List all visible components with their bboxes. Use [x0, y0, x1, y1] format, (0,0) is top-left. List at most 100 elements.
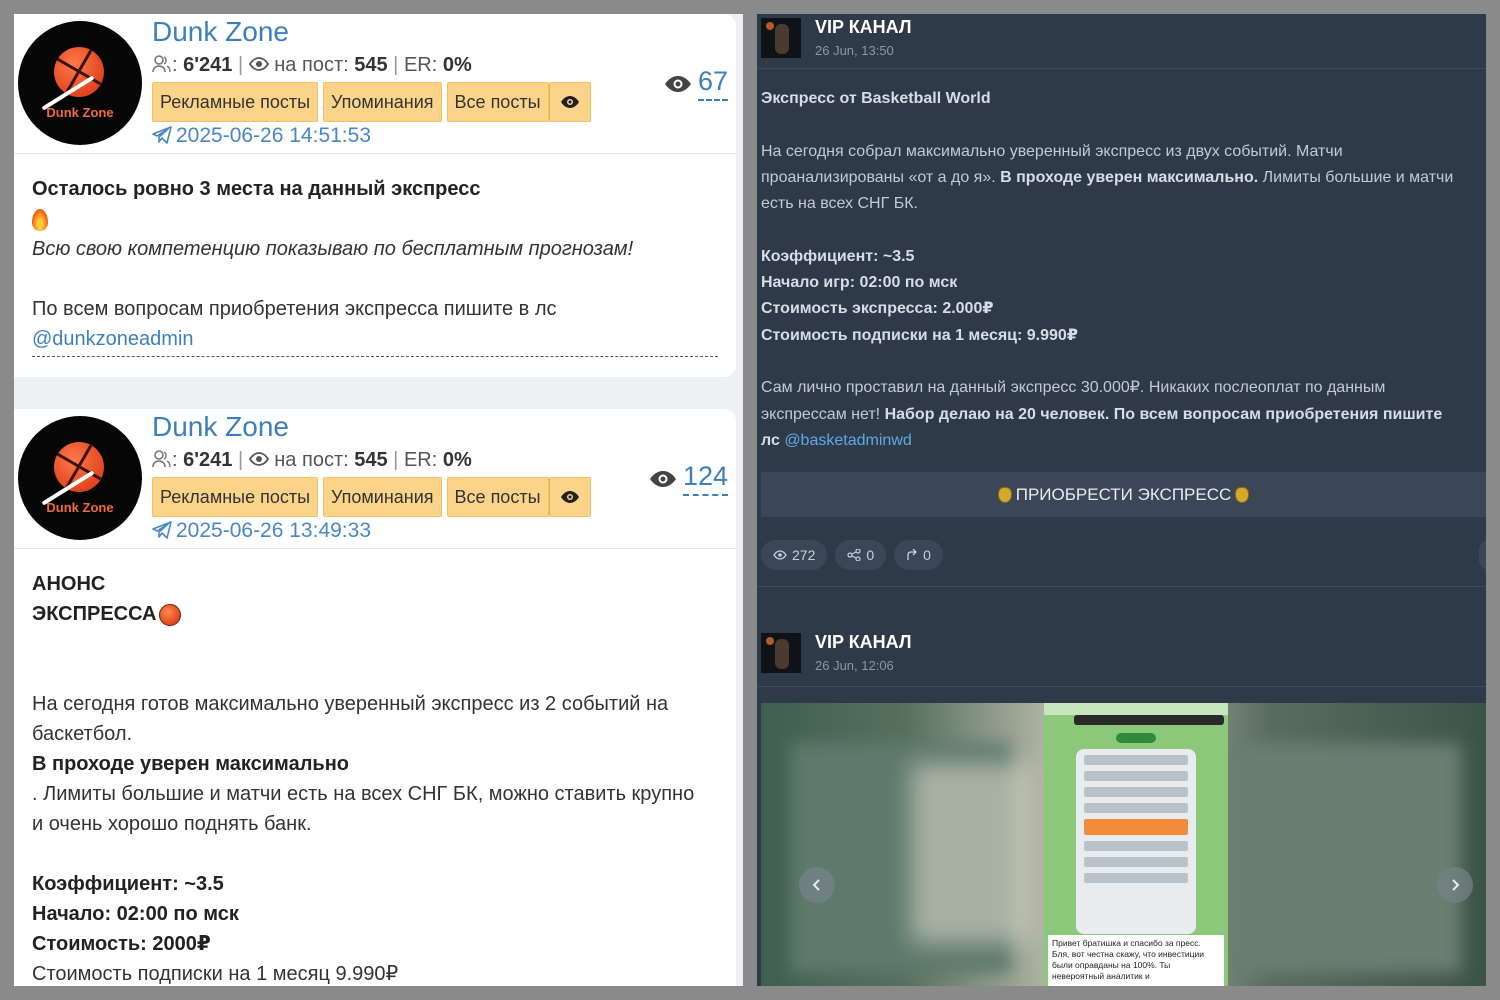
post-text-line: Лимиты большие и матчи	[1262, 168, 1454, 186]
views-count: 272	[792, 547, 816, 563]
gallery-prev-button[interactable]	[799, 867, 835, 903]
basketball-icon	[158, 603, 181, 626]
reaction-pill-overflow[interactable]	[1479, 540, 1486, 570]
channel-avatar[interactable]	[761, 18, 801, 58]
mentions-button[interactable]: Упоминания	[323, 477, 442, 517]
post-views[interactable]: 124	[649, 461, 728, 496]
start-line: Начало игр: 02:00 по мск	[761, 274, 958, 292]
post-text-line: ЭКСПРЕССА	[32, 603, 157, 625]
vip-post-header: VIP КАНАЛ 26 Jun, 12:06	[757, 629, 1486, 689]
shares-count: 0	[866, 547, 875, 563]
telegram-plane-icon	[152, 521, 172, 539]
er-label: ER:	[403, 449, 438, 471]
all-posts-group: Все посты	[446, 82, 591, 122]
post-text-bold: В проходе уверен максимально.	[1000, 168, 1259, 186]
ad-posts-button[interactable]: Рекламные посты	[152, 82, 319, 122]
views-pill[interactable]: 272	[761, 540, 828, 570]
post-text-line: баскетбол.	[32, 723, 133, 745]
buy-express-label: ПРИОБРЕСТИ ЭКСПРЕСС	[1015, 484, 1232, 504]
per-post-label: на пост:	[274, 449, 349, 471]
er-value: 0%	[442, 54, 472, 76]
post-text-bold: лс	[761, 431, 780, 449]
post-text-line: Всю свою компетенцию показываю по беспла…	[32, 238, 634, 260]
right-panel: VIP КАНАЛ 26 Jun, 13:50 Экспресс от Bask…	[757, 14, 1486, 986]
reaction-row: 272 0 0	[761, 540, 943, 570]
post-text-line: и очень хорошо поднять банк.	[32, 813, 312, 835]
buy-express-button[interactable]: ПРИОБРЕСТИ ЭКСПРЕСС	[761, 472, 1486, 517]
basketball-icon	[54, 47, 104, 97]
money-bag-icon	[997, 486, 1012, 503]
channel-stats: : 6'241 | на пост: 545 | ER: 0%	[152, 54, 472, 77]
post-date[interactable]: 2025-06-26 13:49:33	[152, 519, 371, 543]
post-text-line: проанализированы «от а до я».	[761, 168, 996, 186]
per-post-count: 545	[354, 449, 388, 471]
coef-line: Коэффициент: ~3.5	[761, 247, 915, 265]
post-title: Экспресс от Basketball World	[761, 90, 991, 107]
divider	[32, 356, 718, 357]
er-label: ER:	[403, 54, 438, 76]
post-text-line: На сегодня готов максимально уверенный э…	[32, 693, 669, 715]
post-card: Dunk Zone Dunk Zone : 6'241 | на пост: 5…	[14, 14, 736, 377]
eye-icon	[248, 452, 269, 466]
channel-name[interactable]: Dunk Zone	[152, 411, 289, 443]
post-text-line: экспрессам нет!	[761, 405, 881, 423]
eye-icon	[773, 550, 787, 560]
eye-icon	[560, 491, 579, 503]
post-text-line: Стоимость: 2000₽	[32, 933, 211, 955]
post-views[interactable]: 67	[664, 66, 728, 101]
post-date: 26 Jun, 13:50	[815, 43, 894, 58]
eye-toggle-button[interactable]	[548, 82, 591, 122]
forwards-count: 0	[923, 547, 931, 563]
divider	[757, 586, 1486, 587]
vip-post-header: VIP КАНАЛ 26 Jun, 13:50	[757, 14, 1486, 74]
forwards-pill[interactable]: 0	[894, 540, 943, 570]
ad-posts-button[interactable]: Рекламные посты	[152, 477, 319, 517]
basketball-icon	[54, 442, 104, 492]
telegram-plane-icon	[152, 126, 172, 144]
admin-link[interactable]: @basketadminwd	[784, 432, 911, 449]
eye-icon	[560, 96, 579, 108]
share-icon	[847, 549, 861, 561]
chevron-left-icon	[812, 879, 820, 891]
all-posts-button[interactable]: Все посты	[446, 82, 549, 122]
per-post-label: на пост:	[274, 54, 349, 76]
er-value: 0%	[442, 449, 472, 471]
subscribers-count: 6'241	[183, 449, 233, 471]
price-line: Стоимость экспресса: 2.000₽	[761, 300, 994, 318]
channel-name[interactable]: VIP КАНАЛ	[815, 632, 912, 653]
post-body: АНОНС ЭКСПРЕССА На сегодня готов максима…	[14, 549, 736, 986]
channel-stats: : 6'241 | на пост: 545 | ER: 0%	[152, 449, 472, 472]
channel-avatar[interactable]: Dunk Zone	[18, 21, 142, 145]
post-text-line: есть на всех СНГ БК.	[761, 195, 918, 213]
eye-toggle-button[interactable]	[548, 477, 591, 517]
media-gallery[interactable]: Привет братишка и спасибо за пресс. Бля,…	[761, 703, 1486, 986]
admin-link[interactable]: @dunkzoneadmin	[32, 324, 718, 354]
fire-icon	[32, 208, 48, 231]
post-date-text: 2025-06-26 13:49:33	[176, 519, 371, 542]
all-posts-group: Все посты	[446, 477, 591, 517]
shares-pill[interactable]: 0	[835, 540, 887, 570]
screenshot-image[interactable]: Привет братишка и спасибо за пресс. Бля,…	[1044, 703, 1228, 986]
post-text-bold: Набор делаю на 20 человек. По всем вопро…	[884, 405, 1443, 423]
channel-name[interactable]: VIP КАНАЛ	[815, 17, 912, 38]
avatar-logo-text: Dunk Zone	[46, 500, 114, 515]
eye-icon	[664, 75, 691, 92]
post-text-line: Начало: 02:00 по мск	[32, 903, 239, 925]
channel-avatar[interactable]	[761, 633, 801, 673]
eye-icon	[649, 470, 676, 487]
post-card: Dunk Zone Dunk Zone : 6'241 | на пост: 5…	[14, 409, 736, 986]
post-text-line: Осталось ровно 3 места на данный экспрес…	[32, 178, 481, 200]
divider	[757, 686, 1486, 687]
gallery-next-button[interactable]	[1437, 867, 1473, 903]
views-count: 124	[682, 461, 728, 496]
post-body: Осталось ровно 3 места на данный экспрес…	[14, 154, 736, 357]
post-header: Dunk Zone Dunk Zone : 6'241 | на пост: 5…	[14, 14, 736, 154]
channel-name[interactable]: Dunk Zone	[152, 16, 289, 48]
post-date-text: 2025-06-26 14:51:53	[176, 124, 371, 147]
post-date[interactable]: 2025-06-26 14:51:53	[152, 124, 371, 148]
mentions-button[interactable]: Упоминания	[323, 82, 442, 122]
all-posts-button[interactable]: Все посты	[446, 477, 549, 517]
views-count: 67	[697, 66, 728, 101]
post-text-line: Сам лично проставил на данный экспресс 3…	[761, 379, 1386, 397]
channel-avatar[interactable]: Dunk Zone	[18, 416, 142, 540]
